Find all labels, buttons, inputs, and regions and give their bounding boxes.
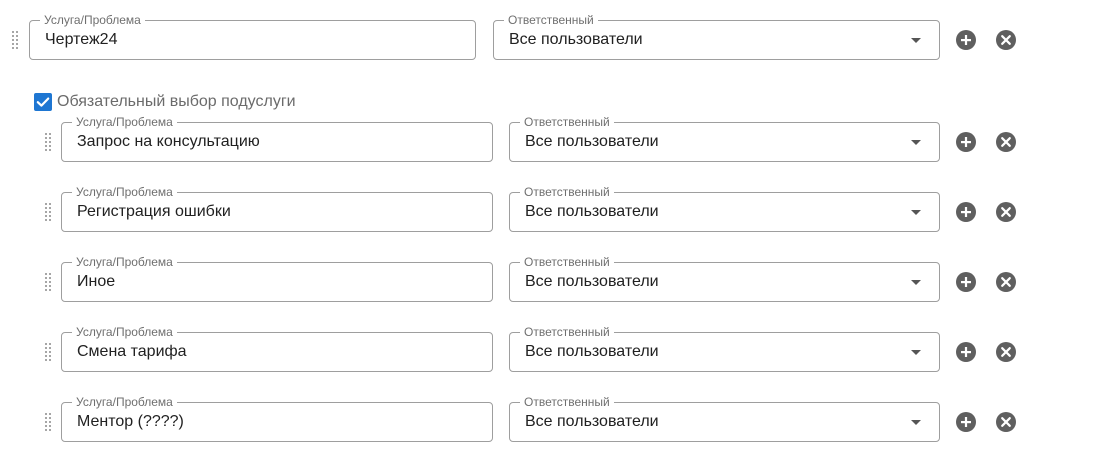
remove-circle-icon[interactable] bbox=[995, 341, 1017, 363]
add-circle-icon[interactable] bbox=[955, 131, 977, 153]
subservice-field[interactable]: Услуга/Проблема Ментор (????) bbox=[61, 395, 493, 442]
subservice-row: Услуга/Проблема Смена тарифа Ответственный… bbox=[0, 325, 1114, 372]
add-circle-icon[interactable] bbox=[955, 29, 977, 51]
dropdown-caret-icon[interactable] bbox=[911, 280, 921, 285]
drag-handle-icon[interactable] bbox=[45, 273, 53, 291]
add-circle-icon[interactable] bbox=[955, 411, 977, 433]
subservice-responsible-value: Все пользователи bbox=[525, 273, 659, 290]
subservice-field-value[interactable]: Иное bbox=[77, 263, 115, 301]
remove-circle-icon[interactable] bbox=[995, 131, 1017, 153]
subservice-row: Услуга/Проблема Ментор (????) Ответственны… bbox=[0, 395, 1114, 442]
subservice-field[interactable]: Услуга/Проблема Запрос на консультацию bbox=[61, 115, 493, 162]
subservice-field-value[interactable]: Ментор (????) bbox=[77, 403, 184, 441]
remove-circle-icon[interactable] bbox=[995, 271, 1017, 293]
dropdown-caret-icon[interactable] bbox=[911, 210, 921, 215]
dropdown-caret-icon[interactable] bbox=[911, 420, 921, 425]
subservice-field[interactable]: Услуга/Проблема Регистрация ошибки bbox=[61, 185, 493, 232]
remove-circle-icon[interactable] bbox=[995, 29, 1017, 51]
subservice-field-value[interactable]: Регистрация ошибки bbox=[77, 193, 231, 231]
subservice-responsible-select[interactable]: Ответственный Все пользователи bbox=[509, 255, 940, 302]
service-field-value[interactable]: Чертеж24 bbox=[45, 21, 117, 59]
add-circle-icon[interactable] bbox=[955, 271, 977, 293]
remove-circle-icon[interactable] bbox=[995, 411, 1017, 433]
drag-handle-icon[interactable] bbox=[45, 133, 53, 151]
subservice-row: Услуга/Проблема Иное Ответственный Все поль… bbox=[0, 255, 1114, 302]
checkbox-checked-icon[interactable] bbox=[34, 93, 52, 111]
remove-circle-icon[interactable] bbox=[995, 201, 1017, 223]
dropdown-caret-icon[interactable] bbox=[911, 350, 921, 355]
responsible-select[interactable]: Ответственный Все пользователи bbox=[493, 13, 940, 60]
subservice-responsible-value: Все пользователи bbox=[525, 133, 659, 150]
dropdown-caret-icon[interactable] bbox=[911, 38, 921, 43]
subservice-responsible-select[interactable]: Ответственный Все пользователи bbox=[509, 325, 940, 372]
subservice-row: Услуга/Проблема Регистрация ошибки Ответст… bbox=[0, 185, 1114, 232]
subservice-responsible-select[interactable]: Ответственный Все пользователи bbox=[509, 115, 940, 162]
subservice-field[interactable]: Услуга/Проблема Иное bbox=[61, 255, 493, 302]
subservice-responsible-value: Все пользователи bbox=[525, 343, 659, 360]
subservice-responsible-value: Все пользователи bbox=[525, 413, 659, 430]
subservice-required-label: Обязательный выбор подуслуги bbox=[57, 93, 296, 110]
drag-handle-icon[interactable] bbox=[45, 413, 53, 431]
add-circle-icon[interactable] bbox=[955, 341, 977, 363]
subservice-responsible-value: Все пользователи bbox=[525, 203, 659, 220]
subservice-field-value[interactable]: Запрос на консультацию bbox=[77, 123, 260, 161]
parent-service-row: Услуга/Проблема Чертеж24 Ответственный В… bbox=[0, 13, 1114, 60]
subservice-field[interactable]: Услуга/Проблема Смена тарифа bbox=[61, 325, 493, 372]
subservice-field-value[interactable]: Смена тарифа bbox=[77, 333, 187, 371]
dropdown-caret-icon[interactable] bbox=[911, 140, 921, 145]
drag-handle-icon[interactable] bbox=[45, 343, 53, 361]
subservice-responsible-select[interactable]: Ответственный Все пользователи bbox=[509, 395, 940, 442]
service-field[interactable]: Услуга/Проблема Чертеж24 bbox=[29, 13, 476, 60]
drag-handle-icon[interactable] bbox=[45, 203, 53, 221]
subservice-row: Услуга/Проблема Запрос на консультацию Отв… bbox=[0, 115, 1114, 162]
responsible-select-value: Все пользователи bbox=[509, 31, 643, 48]
add-circle-icon[interactable] bbox=[955, 201, 977, 223]
subservice-responsible-select[interactable]: Ответственный Все пользователи bbox=[509, 185, 940, 232]
drag-handle-icon[interactable] bbox=[12, 31, 20, 49]
